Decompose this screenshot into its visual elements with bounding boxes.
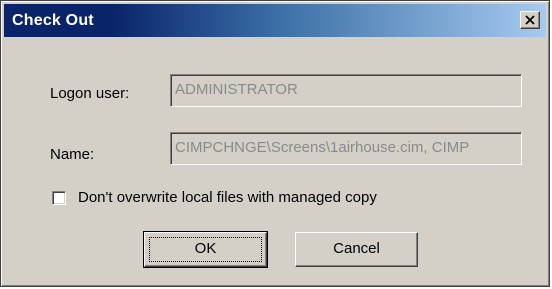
logon-user-field[interactable]: ADMINISTRATOR xyxy=(170,74,522,107)
logon-user-label: Logon user: xyxy=(50,85,130,102)
cancel-button-label: Cancel xyxy=(333,240,380,257)
name-label: Name: xyxy=(50,146,95,163)
cancel-button[interactable]: Cancel xyxy=(295,232,418,267)
dont-overwrite-checkbox[interactable] xyxy=(52,191,66,205)
check-out-dialog: Check Out Logon user: ADMINISTRATOR Name… xyxy=(0,0,550,287)
name-field[interactable]: CIMPCHNGE\Screens\1airhouse.cim, CIMP xyxy=(170,132,522,165)
ok-button-label: OK xyxy=(194,240,217,257)
ok-button[interactable]: OK xyxy=(143,231,268,268)
dont-overwrite-checkbox-label[interactable]: Don't overwrite local files with managed… xyxy=(78,189,377,206)
close-icon xyxy=(525,15,535,25)
title-bar[interactable]: Check Out xyxy=(4,4,546,37)
close-button[interactable] xyxy=(520,11,540,29)
window-title: Check Out xyxy=(12,12,94,29)
